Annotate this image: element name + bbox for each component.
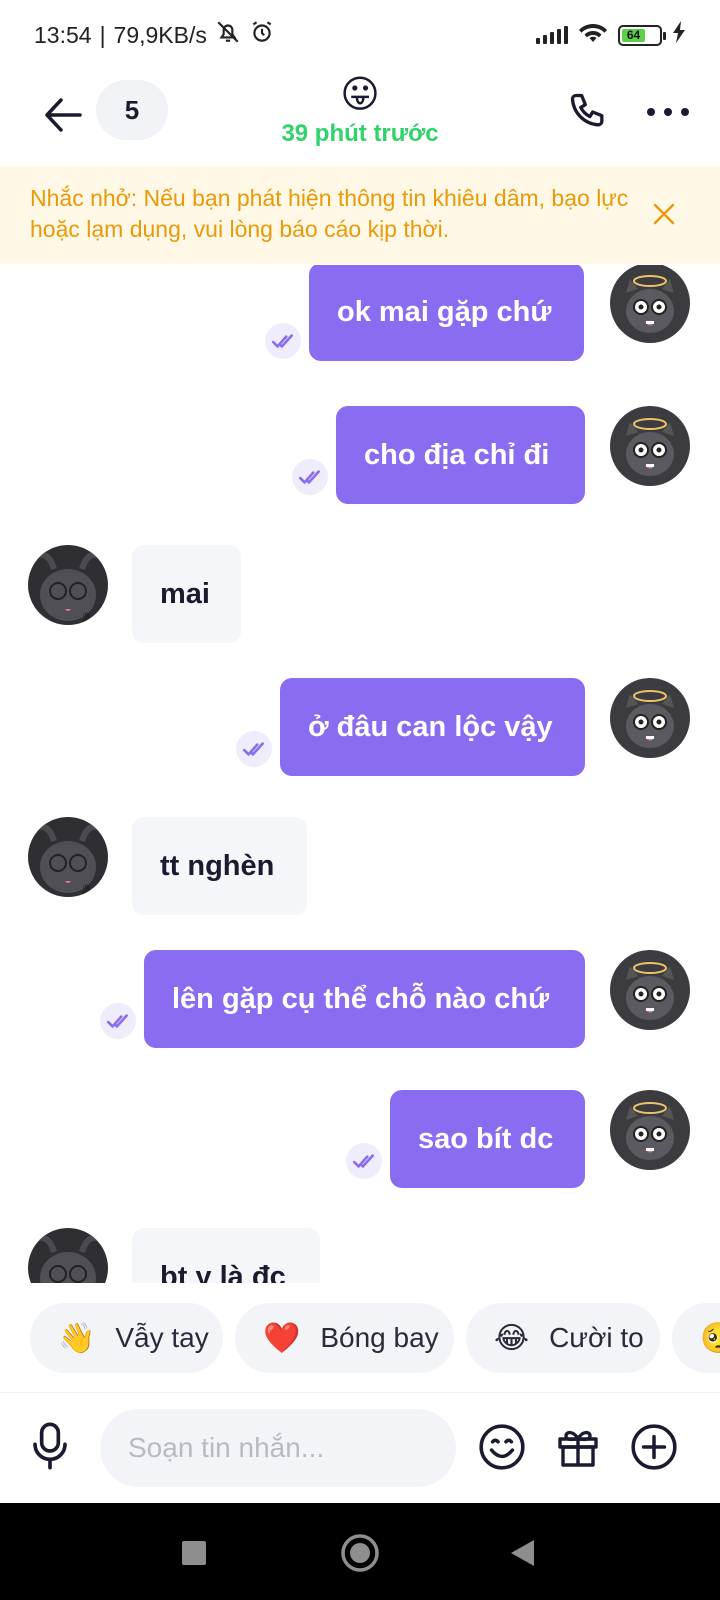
read-receipt-icon xyxy=(265,323,301,359)
plus-circle-icon xyxy=(631,1424,677,1470)
my-avatar[interactable] xyxy=(610,1090,690,1170)
message-bubble[interactable]: bt y là đc xyxy=(132,1228,320,1283)
home-button[interactable] xyxy=(338,1531,382,1575)
status-time: 13:54 xyxy=(34,21,92,48)
message-bubble[interactable]: ok mai gặp chứ xyxy=(309,265,584,361)
triangle-back-icon xyxy=(511,1540,534,1566)
quick-reaction-label: Bóng bay xyxy=(320,1322,439,1353)
status-bar: 13:54 | 79,9KB/s 64 xyxy=(0,0,720,70)
message-text: sao bít dc xyxy=(418,1122,554,1155)
voice-message-button[interactable] xyxy=(24,1418,76,1474)
message-text: bt y là đc xyxy=(160,1260,286,1284)
message-list[interactable]: ok mai gặp chứ cho địa chỉ đi mai ở đâu … xyxy=(0,265,720,1283)
message-bubble[interactable]: tt nghèn xyxy=(132,817,307,915)
status-separator: | xyxy=(99,21,106,48)
network-speed: 79,9KB/s xyxy=(113,21,207,48)
message-text: ở đâu can lộc vậy xyxy=(308,710,553,743)
signal-icon xyxy=(536,26,568,44)
my-avatar[interactable] xyxy=(610,678,690,758)
add-attachment-button[interactable] xyxy=(626,1419,682,1475)
message-bubble[interactable]: lên gặp cụ thể chỗ nào chứ xyxy=(144,950,585,1048)
recent-apps-button[interactable] xyxy=(172,1531,216,1575)
my-avatar[interactable] xyxy=(610,265,690,343)
emoji-button[interactable] xyxy=(474,1419,530,1475)
gift-button[interactable] xyxy=(550,1419,606,1475)
quick-reaction-label: Cười to xyxy=(549,1322,644,1353)
quick-reaction-wave[interactable]: 👋 Vẫy tay xyxy=(30,1303,223,1373)
heart-icon: ❤️ xyxy=(263,1321,301,1355)
gift-icon xyxy=(558,1430,598,1467)
home-circle-icon xyxy=(341,1534,379,1572)
laughing-face-icon: 😂 xyxy=(494,1321,530,1355)
message-text: mai xyxy=(160,577,210,610)
more-dots-icon xyxy=(647,108,689,116)
back-button[interactable] xyxy=(38,90,88,140)
contact-avatar[interactable] xyxy=(28,545,108,625)
last-seen-status: 39 phút trước xyxy=(281,120,439,147)
message-text: lên gặp cụ thể chỗ nào chứ xyxy=(172,982,550,1015)
safety-reminder-text: Nhắc nhở: Nếu bạn phát hiện thông tin kh… xyxy=(30,185,629,242)
composer-bar xyxy=(0,1393,720,1503)
read-receipt-icon xyxy=(236,731,272,767)
quick-reaction-pleading[interactable]: 🥺 xyxy=(672,1303,720,1373)
message-bubble[interactable]: cho địa chỉ đi xyxy=(336,406,585,504)
square-icon xyxy=(182,1541,206,1565)
alarm-icon xyxy=(249,19,275,51)
back-arrow-icon xyxy=(45,98,82,132)
call-button[interactable] xyxy=(563,86,615,138)
wifi-icon xyxy=(578,20,608,50)
message-bubble[interactable]: ở đâu can lộc vậy xyxy=(280,678,585,776)
more-options-button[interactable] xyxy=(642,86,694,138)
message-text: tt nghèn xyxy=(160,849,275,882)
quick-reaction-label: Vẫy tay xyxy=(115,1322,209,1353)
back-nav-button[interactable] xyxy=(500,1531,544,1575)
message-text: cho địa chỉ đi xyxy=(364,438,550,471)
dismiss-reminder-button[interactable] xyxy=(644,194,684,234)
battery-icon: 64 xyxy=(618,24,666,46)
smiley-icon xyxy=(479,1424,525,1470)
quick-reaction-balloon[interactable]: ❤️ Bóng bay xyxy=(235,1303,454,1373)
message-bubble[interactable]: mai xyxy=(132,545,241,643)
my-avatar[interactable] xyxy=(610,406,690,486)
message-input[interactable] xyxy=(100,1409,456,1487)
my-avatar[interactable] xyxy=(610,950,690,1030)
safety-reminder-banner: Nhắc nhở: Nếu bạn phát hiện thông tin kh… xyxy=(0,166,720,264)
phone-icon xyxy=(570,93,604,127)
chat-header: 5 😛 39 phút trước xyxy=(0,70,720,166)
contact-info[interactable]: 😛 39 phút trước xyxy=(220,72,500,148)
quick-reaction-laugh[interactable]: 😂 Cười to xyxy=(466,1303,660,1373)
microphone-icon xyxy=(33,1422,67,1470)
close-icon xyxy=(653,203,675,225)
message-bubble[interactable]: sao bít dc xyxy=(390,1090,585,1188)
contact-avatar[interactable] xyxy=(28,817,108,897)
contact-avatar[interactable] xyxy=(28,1228,108,1283)
contact-emoji: 😛 xyxy=(340,74,380,116)
wave-icon: 👋 xyxy=(58,1321,96,1355)
quick-reaction-bar[interactable]: 👋 Vẫy tay ❤️ Bóng bay 😂 Cười to 🥺 xyxy=(0,1283,720,1393)
message-text: ok mai gặp chứ xyxy=(337,295,552,328)
system-navigation-bar xyxy=(0,1503,720,1600)
pleading-face-icon: 🥺 xyxy=(700,1321,720,1356)
battery-level: 64 xyxy=(622,28,646,42)
unread-count-badge[interactable]: 5 xyxy=(96,80,168,140)
read-receipt-icon xyxy=(292,459,328,495)
charging-icon xyxy=(672,21,686,49)
read-receipt-icon xyxy=(100,1003,136,1039)
muted-bell-icon xyxy=(215,19,241,51)
status-left: 13:54 | 79,9KB/s xyxy=(34,19,275,51)
read-receipt-icon xyxy=(346,1143,382,1179)
status-right: 64 xyxy=(536,20,686,50)
